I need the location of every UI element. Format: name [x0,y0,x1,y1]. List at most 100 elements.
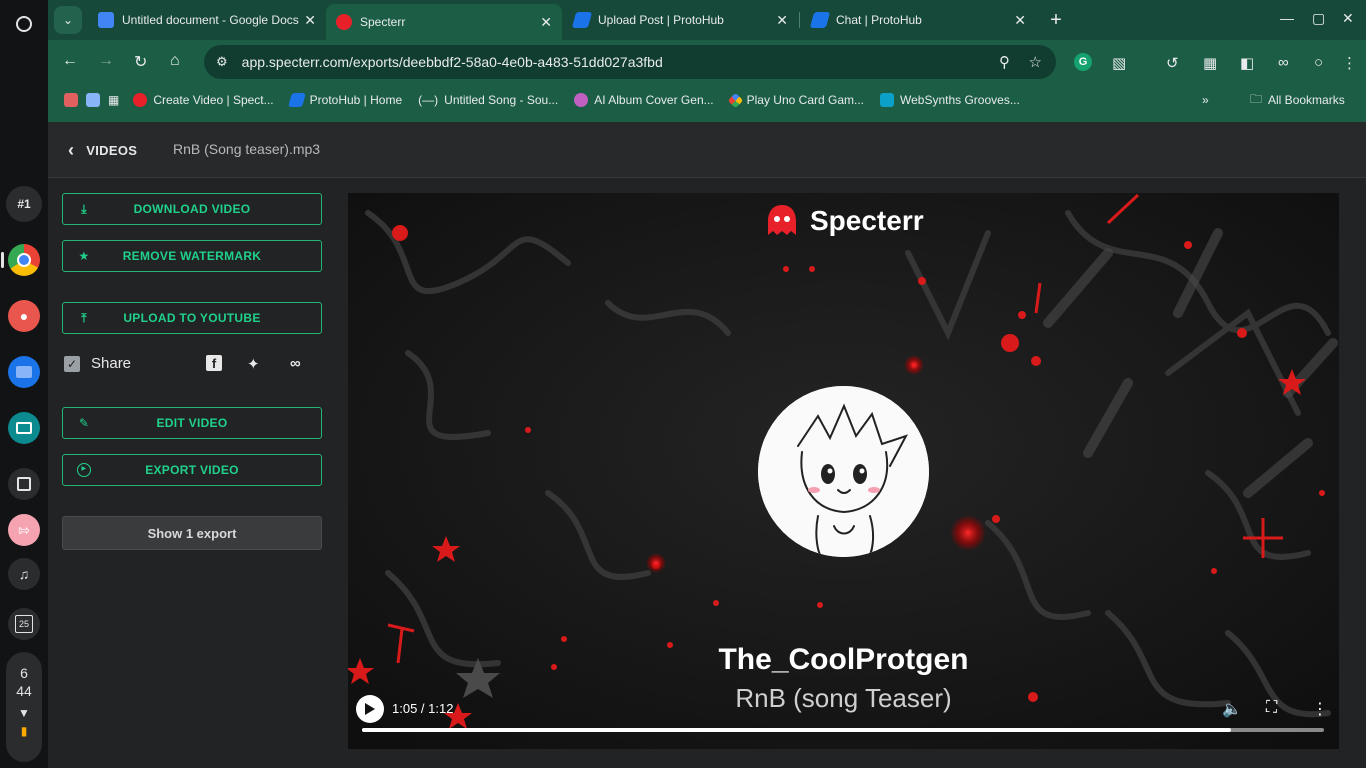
desk-button[interactable]: #1 [6,186,42,222]
bookmark-label: Play Uno Card Gam... [746,93,864,107]
site-settings-icon[interactable]: ⚙ [216,54,228,70]
gallery-app-icon[interactable] [8,468,40,500]
profile-icon[interactable]: ○ [1314,54,1323,71]
classroom-app-icon[interactable] [8,412,40,444]
link-icon[interactable]: ∞ [290,355,301,372]
progress-fill [362,728,1231,732]
video-player[interactable]: Specterr The_CoolProtgen RnB (song Tease… [348,193,1339,749]
play-button[interactable] [356,695,384,723]
browser-toolbar: ← → ↻ ⌂ ⚙ app.specterr.com/exports/deebb… [48,40,1366,84]
canvas-app-icon[interactable]: ● [8,300,40,332]
home-icon[interactable]: ⌂ [170,52,180,70]
upload-youtube-button[interactable]: ⤒ UPLOAD TO YOUTUBE [62,302,322,334]
download-icon: ⤓ [81,202,87,216]
upload-icon: ⤒ [81,311,87,325]
address-bar[interactable]: ⚙ app.specterr.com/exports/deebbdf2-58a0… [204,45,1056,79]
close-icon[interactable]: ✕ [776,12,788,29]
translate-icon[interactable]: ◧ [1240,54,1254,72]
all-bookmarks[interactable]: 🗀 All Bookmarks [1250,90,1345,111]
all-bookmarks-label: All Bookmarks [1268,93,1345,107]
bookmark-item[interactable]: (—) Untitled Song - Sou... [418,93,558,107]
forward-arrow-icon[interactable]: → [98,52,114,70]
minimize-icon[interactable]: — [1280,10,1294,26]
bookmark-app-2[interactable] [86,93,100,107]
grammarly-icon[interactable]: G [1074,53,1092,71]
fullscreen-icon[interactable]: ⛶ [1266,699,1277,717]
chrome-app-icon[interactable] [8,244,40,276]
websynths-icon [880,93,894,107]
menu-icon[interactable]: ⋮ [1342,54,1357,72]
tab-specterr[interactable]: Specterr ✕ [326,4,562,40]
clock-hour: 6 [20,665,28,681]
wifi-icon: ▼ [18,706,30,720]
bookmark-star-icon[interactable]: ☆ [1029,53,1042,71]
edit-video-button[interactable]: ✎ EDIT VIDEO [62,407,322,439]
playlist-app-icon[interactable]: ♫ [8,558,40,590]
show-exports-button[interactable]: Show 1 export [62,516,322,550]
tab-title: Untitled document - Google Docs [122,13,299,27]
url-text: app.specterr.com/exports/deebbdf2-58a0-4… [241,54,663,70]
bookmark-label: Untitled Song - Sou... [444,93,559,107]
tab-search-button[interactable]: ⌄ [54,6,82,34]
more-bookmarks-icon[interactable]: » [1202,93,1209,107]
link-icon[interactable]: ∞ [1278,54,1289,71]
twitter-icon[interactable]: ✦ [247,355,260,373]
close-icon[interactable]: ✕ [1014,12,1026,29]
share-checkbox[interactable]: ✓ [64,356,80,372]
artist-avatar [758,386,929,557]
tab-google-docs[interactable]: Untitled document - Google Docs ✕ [88,4,326,36]
album-cover-icon [574,93,589,107]
zoom-icon[interactable]: ⚲ [999,53,1010,71]
tab-upload-post[interactable]: Upload Post | ProtoHub ✕ [564,4,798,36]
calendar-app-icon[interactable]: 25 [8,608,40,640]
browser-window: ⌄ Untitled document - Google Docs ✕ Spec… [48,0,1366,122]
bookmark-item[interactable]: Play Uno Card Gam... [727,92,864,108]
maximize-icon[interactable]: ▢ [1312,10,1325,27]
export-video-button[interactable]: ▶ EXPORT VIDEO [62,454,322,486]
extensions-icon[interactable]: ▧ [1112,54,1126,72]
reload-icon[interactable]: ↻ [134,52,147,72]
bookmark-item[interactable]: AI Album Cover Gen... [574,93,714,107]
specterr-icon [133,93,148,107]
tab-title: Upload Post | ProtoHub [598,13,724,27]
bookmark-apps[interactable]: ▦ [108,93,119,107]
files-app-icon[interactable] [8,356,40,388]
chevron-left-icon: ‹ [68,140,75,160]
bookmark-app-1[interactable] [64,93,78,107]
calendar-day: 25 [15,615,33,633]
launcher-button[interactable] [6,6,42,42]
chevron-down-icon: ⌄ [62,13,74,27]
status-tray[interactable]: 6 44 ▼ ▮ [6,652,42,762]
uno-icon [727,92,743,108]
volume-icon[interactable]: 🔈 [1222,699,1242,719]
active-app-indicator [1,252,4,268]
tab-strip: ⌄ Untitled document - Google Docs ✕ Spec… [48,0,1366,40]
tab-chat[interactable]: Chat | ProtoHub ✕ [802,4,1036,36]
avatar-illustration [758,386,929,557]
tab-title: Chat | ProtoHub [836,13,922,27]
history-icon[interactable]: ↺ [1166,54,1179,72]
progress-bar[interactable] [362,728,1324,732]
remove-watermark-button[interactable]: ★ REMOVE WATERMARK [62,240,322,272]
bookmark-item[interactable]: WebSynths Grooves... [880,93,1020,107]
new-tab-button[interactable]: + [1044,8,1068,32]
docs-icon [98,12,114,28]
sign-in-app-icon[interactable]: ⇰ [8,514,40,546]
artist-name: The_CoolProtgen [718,643,969,676]
back-to-videos-button[interactable]: ‹ VIDEOS [68,140,137,161]
clock-minute: 44 [16,683,32,699]
bookmark-item[interactable]: ProtoHub | Home [287,93,402,107]
bookmark-label: AI Album Cover Gen... [594,93,714,107]
share-row: ✓ Share f ✦ ∞ [62,352,322,376]
more-options-icon[interactable]: ⋮ [1312,699,1328,719]
close-icon[interactable]: ✕ [304,12,316,29]
specterr-app: ‹ VIDEOS RnB (Song teaser).mp3 ⤓ DOWNLOA… [48,122,1366,768]
close-icon[interactable]: ✕ [540,14,552,31]
download-video-button[interactable]: ⤓ DOWNLOAD VIDEO [62,193,322,225]
facebook-icon[interactable]: f [206,355,222,371]
apps-grid-icon[interactable]: ▦ [1203,54,1217,72]
back-arrow-icon[interactable]: ← [62,52,78,70]
bookmark-item[interactable]: Create Video | Spect... [133,93,274,107]
time-display: 1:05 / 1:12 [392,701,454,716]
close-window-icon[interactable]: ✕ [1342,10,1354,27]
